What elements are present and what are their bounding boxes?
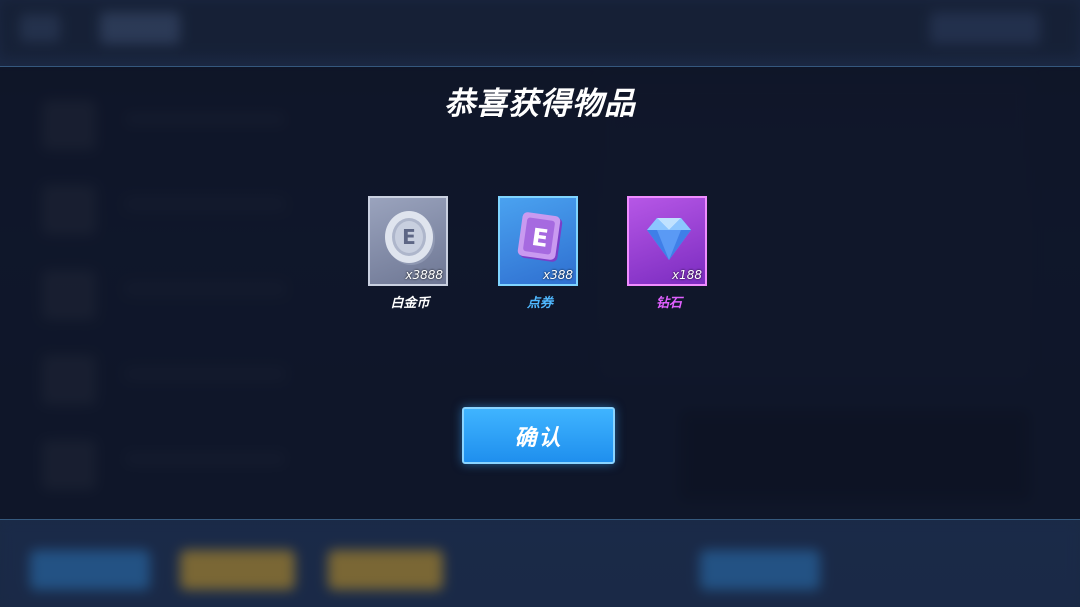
reward-name: 白金币 bbox=[390, 296, 430, 311]
reward-item[interactable]: E x388 点券 bbox=[498, 196, 582, 311]
bg-button bbox=[700, 550, 820, 590]
reward-card: x188 bbox=[627, 196, 707, 286]
reward-quantity: x388 bbox=[542, 268, 573, 282]
confirm-button[interactable]: 确认 bbox=[462, 407, 615, 464]
bg-block bbox=[930, 12, 1040, 44]
bg-button bbox=[180, 550, 295, 590]
bg-block bbox=[20, 14, 60, 42]
background-top-bar bbox=[0, 0, 1080, 58]
reward-card: E x3888 bbox=[368, 196, 448, 286]
bg-button bbox=[328, 550, 443, 590]
platinum-coin-icon: E bbox=[385, 211, 435, 265]
svg-text:E: E bbox=[402, 225, 416, 249]
reward-item[interactable]: E x3888 白金币 bbox=[368, 196, 452, 311]
diamond-icon bbox=[647, 218, 691, 260]
reward-quantity: x3888 bbox=[405, 268, 443, 282]
dialog-title: 恭喜获得物品 bbox=[444, 86, 636, 122]
voucher-icon: E bbox=[517, 212, 563, 262]
reward-quantity: x188 bbox=[671, 268, 702, 282]
bg-button bbox=[30, 550, 150, 590]
reward-card: E x388 bbox=[498, 196, 578, 286]
bg-block bbox=[100, 12, 180, 44]
reward-name: 钻石 bbox=[655, 296, 682, 311]
reward-item[interactable]: x188 钻石 bbox=[627, 196, 711, 311]
background-bottom-bar bbox=[0, 520, 1080, 607]
reward-name: 点券 bbox=[526, 296, 553, 311]
